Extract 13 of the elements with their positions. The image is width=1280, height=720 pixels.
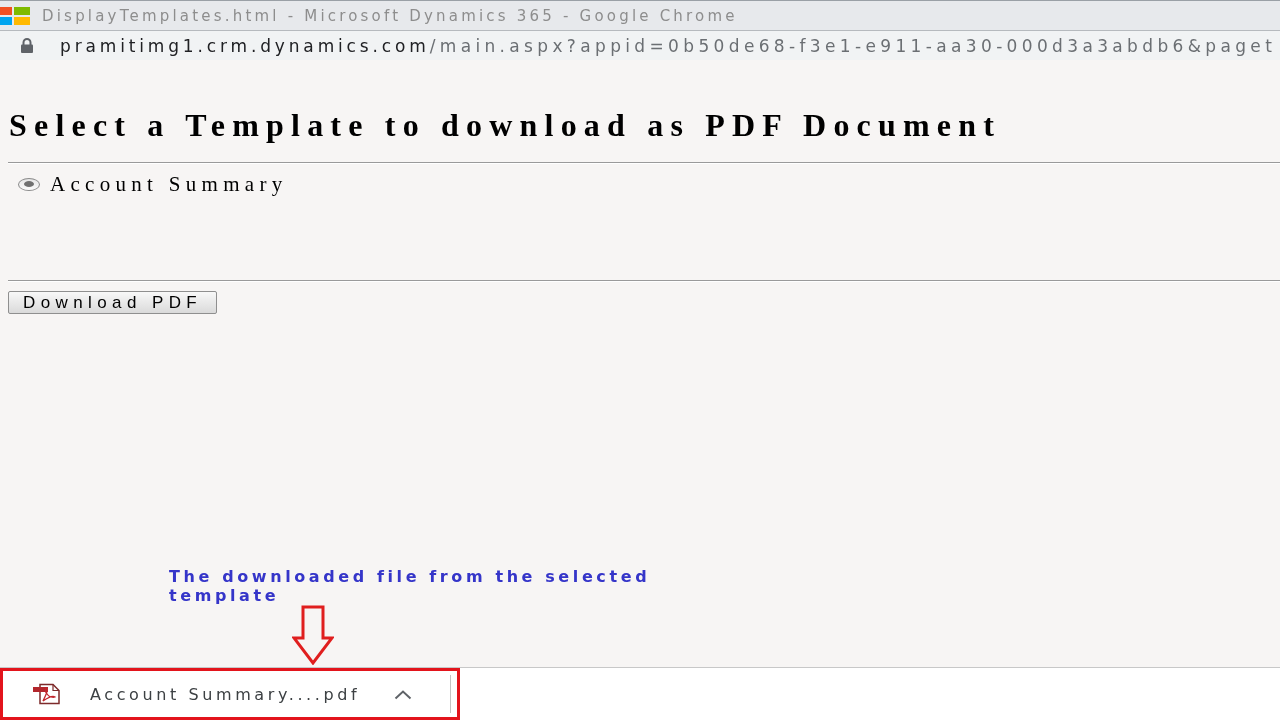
four-square-logo-icon xyxy=(0,6,30,25)
radio-button[interactable] xyxy=(18,177,40,191)
download-pdf-button[interactable]: Download PDF xyxy=(8,291,218,314)
chevron-up-icon[interactable] xyxy=(394,688,413,700)
window-title: DisplayTemplates.html - Microsoft Dynamics 365 - Google Chrome xyxy=(42,6,738,25)
lock-icon[interactable] xyxy=(20,38,34,53)
annotation-text: The downloaded file from the selected template xyxy=(169,567,652,605)
url-field[interactable]: pramitimg1.crm.dynamics.com/main.aspx?appid=0b50de68-f3e1-e911-aa30-000d3a3abdb6&paget xyxy=(60,35,1277,56)
download-filename[interactable]: Account Summary....pdf xyxy=(90,684,361,704)
down-arrow-icon xyxy=(292,605,334,665)
download-item[interactable]: Account Summary....pdf xyxy=(0,668,460,720)
page-heading: Select a Template to download as PDF Document xyxy=(9,107,1002,144)
template-label[interactable]: Account Summary xyxy=(50,172,288,196)
